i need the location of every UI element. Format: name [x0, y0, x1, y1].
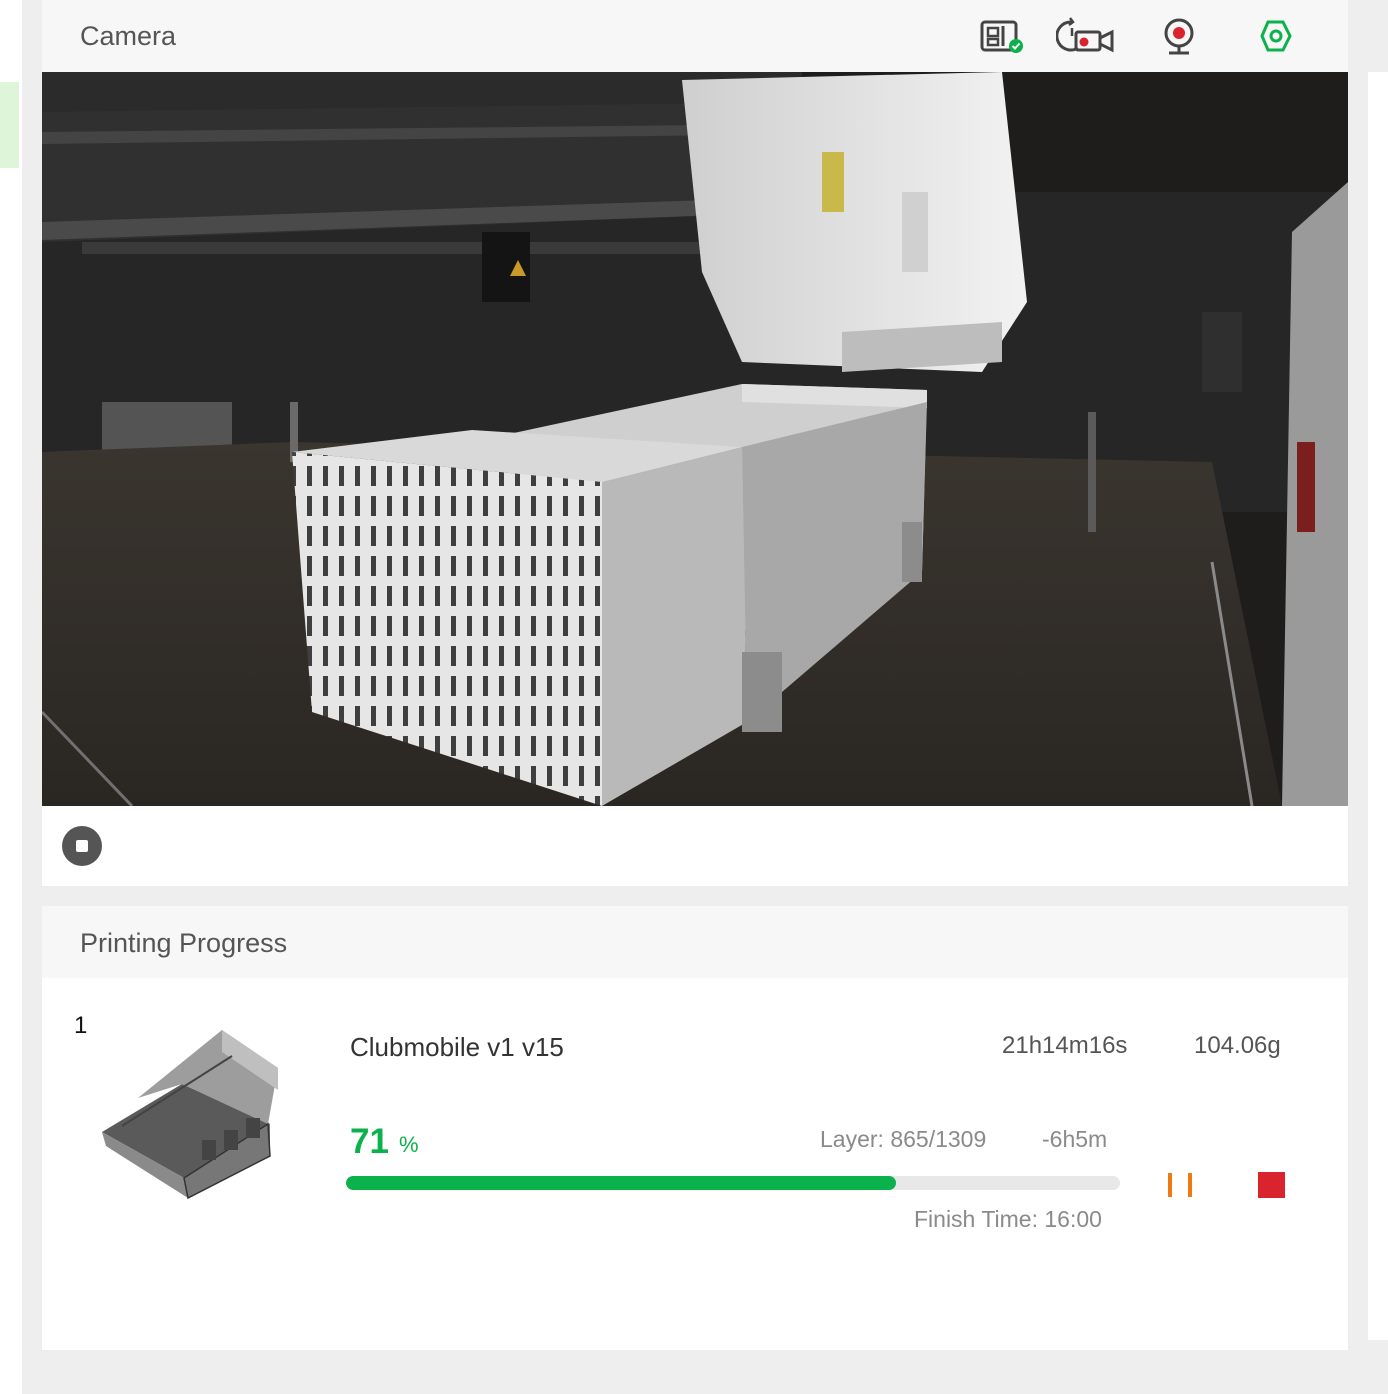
settings-hex-icon[interactable] [1250, 14, 1300, 58]
stop-icon [76, 840, 88, 852]
camera-panel: Camera [42, 0, 1348, 886]
pause-button[interactable] [1166, 1170, 1202, 1200]
model-thumbnail [92, 1028, 282, 1200]
pause-icon-bar-right [1188, 1173, 1192, 1197]
printing-progress-panel: Printing Progress 1 Clubmobile v1 v15 21… [42, 906, 1348, 1350]
time-remaining: -6h5m [1042, 1126, 1108, 1152]
camera-header: Camera [42, 0, 1348, 72]
job-duration: 21h14m16s [1002, 1032, 1128, 1059]
stop-print-button[interactable] [1258, 1172, 1285, 1198]
finish-time: Finish Time: 16:00 [914, 1206, 1102, 1232]
progress-bar [346, 1176, 1120, 1190]
record-webcam-icon[interactable] [1158, 14, 1208, 58]
progress-header: Printing Progress [42, 906, 1348, 978]
progress-title: Printing Progress [80, 928, 288, 958]
progress-percent: 71 [350, 1122, 389, 1161]
scrollbar-track[interactable] [1368, 72, 1388, 1340]
timelapse-video-icon[interactable] [1055, 14, 1116, 58]
stop-stream-button[interactable] [62, 826, 102, 866]
percent-sign: % [399, 1132, 419, 1157]
job-weight: 104.06g [1194, 1032, 1281, 1059]
job-name: Clubmobile v1 v15 [350, 1032, 564, 1062]
pause-icon-bar-left [1168, 1173, 1172, 1197]
camera-feed-image [42, 72, 1348, 806]
progress-bar-fill [346, 1176, 896, 1190]
sidebar-active-indicator [0, 82, 19, 168]
printer-status-icon[interactable] [978, 14, 1028, 58]
layer-count: Layer: 865/1309 [820, 1126, 987, 1152]
camera-title: Camera [80, 21, 177, 51]
job-index: 1 [74, 1012, 88, 1039]
